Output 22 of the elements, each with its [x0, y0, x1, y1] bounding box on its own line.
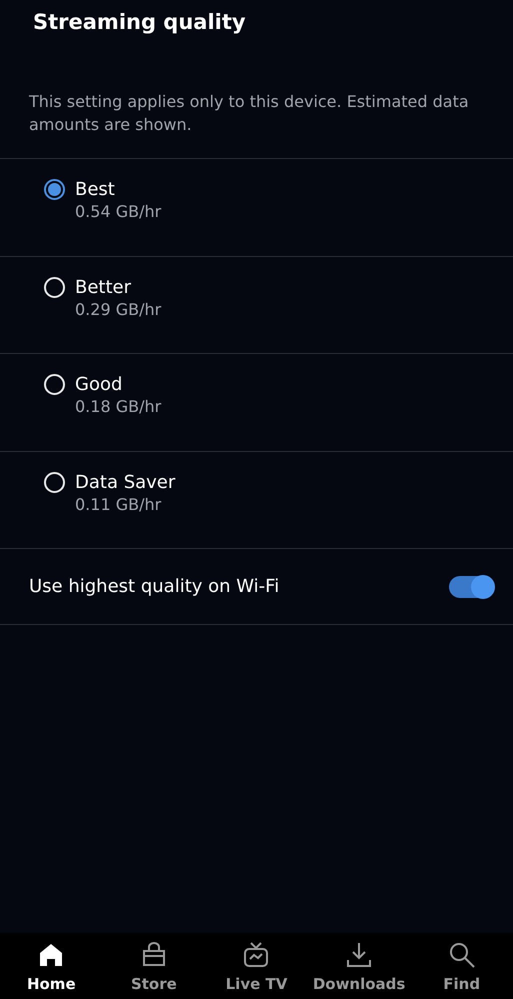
quality-option[interactable]: Better 0.29 GB/hr: [0, 256, 513, 353]
nav-tab[interactable]: Downloads: [308, 933, 410, 999]
radio-button[interactable]: [44, 179, 65, 200]
data-amount: 0.18 GB/hr: [75, 396, 162, 418]
data-amount: 0.11 GB/hr: [75, 494, 162, 516]
nav-tab[interactable]: Live TV: [205, 933, 308, 999]
option-label: Better: [75, 276, 132, 298]
quality-option[interactable]: Data Saver 0.11 GB/hr: [0, 450, 513, 548]
nav-tab[interactable]: Find: [410, 933, 513, 999]
option-label: Data Saver: [75, 472, 176, 494]
nav-tab[interactable]: Store: [102, 933, 206, 999]
description-text: This setting applies only to this device. Estimated data amounts are shown.: [28, 91, 470, 136]
quality-option[interactable]: Best 0.54 GB/hr: [0, 158, 513, 256]
data-amount: 0.54 GB/hr: [75, 201, 162, 223]
nav-tab[interactable]: Home: [0, 933, 103, 999]
option-label: Best: [75, 179, 116, 201]
option-label: Good: [75, 374, 124, 396]
data-amount: 0.29 GB/hr: [75, 298, 162, 320]
page-title: Streaming quality: [32, 9, 247, 36]
toggle-switch[interactable]: [449, 576, 493, 598]
quality-option[interactable]: Good 0.18 GB/hr: [0, 353, 513, 450]
setting-label: Use highest quality on Wi-Fi: [29, 575, 280, 599]
